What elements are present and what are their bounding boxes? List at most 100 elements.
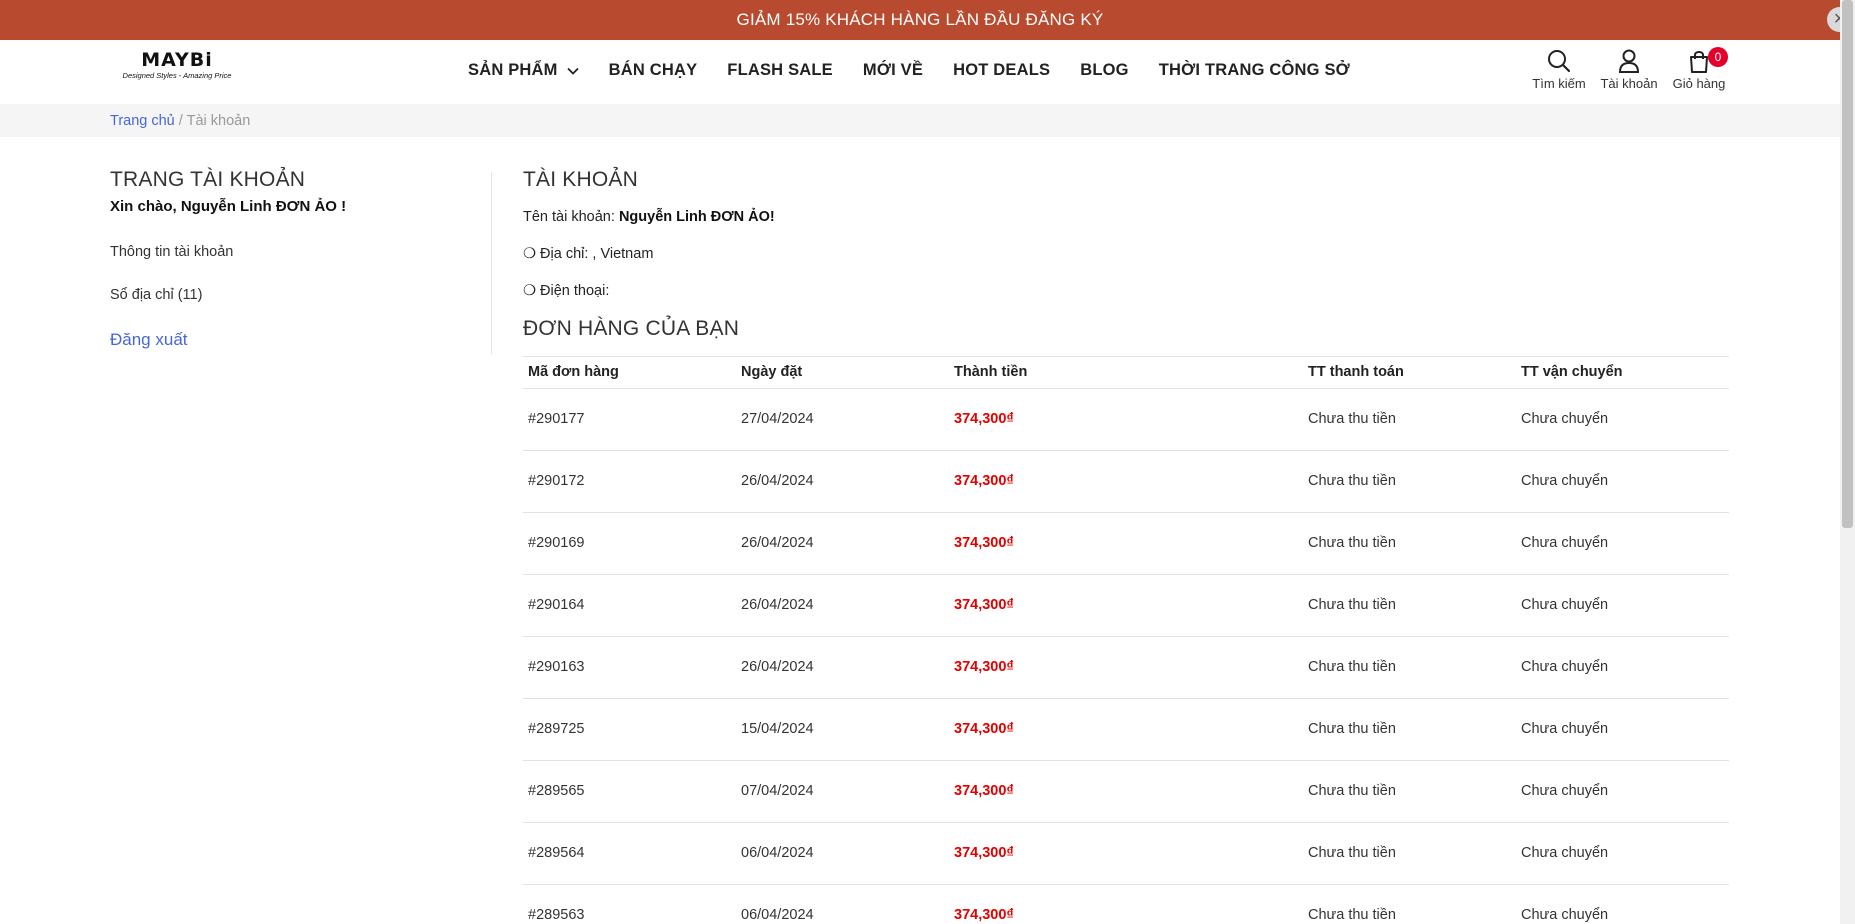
order-date: 26/04/2024 <box>741 473 814 489</box>
order-total: 374,300₫ <box>954 597 1014 613</box>
breadcrumb-separator: / <box>178 113 183 129</box>
account-sidebar: TRANG TÀI KHOẢN Xin chào, Nguyễn Linh ĐƠ… <box>110 168 490 349</box>
order-payment-status: Chưa thu tiền <box>1308 659 1396 675</box>
search-button[interactable]: Tìm kiếm <box>1524 48 1594 91</box>
logo-tagline: Designed Styles - Amazing Price <box>122 71 232 80</box>
order-date: 26/04/2024 <box>741 535 814 551</box>
account-name-label: Tên tài khoản: <box>523 209 615 225</box>
order-total: 374,300₫ <box>954 783 1014 799</box>
table-row[interactable]: #289564 06/04/2024 374,300₫ Chưa thu tiề… <box>523 823 1729 885</box>
order-payment-status: Chưa thu tiền <box>1308 535 1396 551</box>
table-row[interactable]: #290177 27/04/2024 374,300₫ Chưa thu tiề… <box>523 389 1729 451</box>
nav-item-flash-sale[interactable]: FLASH SALE <box>727 61 833 80</box>
promo-banner: GIẢM 15% KHÁCH HÀNG LẦN ĐẦU ĐĂNG KÝ <box>0 0 1840 40</box>
order-total: 374,300₫ <box>954 845 1014 861</box>
sidebar-item-account-info[interactable]: Thông tin tài khoản <box>110 244 233 260</box>
order-id[interactable]: #289725 <box>528 721 584 737</box>
sidebar-greeting: Xin chào, Nguyễn Linh ĐƠN ẢO ! <box>110 198 347 215</box>
sidebar-item-address-book[interactable]: Sổ địa chỉ (11) <box>110 287 202 303</box>
account-phone: ❍ Điện thoại: <box>523 283 610 299</box>
account-label: Tài khoản <box>1600 76 1658 91</box>
account-name-value: Nguyễn Linh ĐƠN ẢO! <box>618 209 775 225</box>
table-row[interactable]: #290169 26/04/2024 374,300₫ Chưa thu tiề… <box>523 513 1729 575</box>
chevron-down-icon <box>566 67 579 75</box>
nav-item-office-fashion[interactable]: THỜI TRANG CÔNG SỞ <box>1159 61 1350 80</box>
col-header-total: Thành tiền <box>954 364 1028 380</box>
page-scrollbar[interactable] <box>1840 0 1855 924</box>
user-icon <box>1618 49 1640 73</box>
table-row[interactable]: #290172 26/04/2024 374,300₫ Chưa thu tiề… <box>523 451 1729 513</box>
order-shipping-status: Chưa chuyển <box>1521 473 1609 489</box>
table-row[interactable]: #290164 26/04/2024 374,300₫ Chưa thu tiề… <box>523 575 1729 637</box>
cart-button[interactable]: 0 Giỏ hàng <box>1664 47 1734 91</box>
order-payment-status: Chưa thu tiền <box>1308 845 1396 861</box>
orders-title: ĐƠN HÀNG CỦA BẠN <box>523 317 740 340</box>
order-date: 06/04/2024 <box>741 907 814 923</box>
main-nav: SẢN PHẨM BÁN CHẠY FLASH SALE MỚI VỀ HOT … <box>468 61 1380 80</box>
order-total: 374,300₫ <box>954 473 1014 489</box>
sidebar-divider <box>491 172 492 354</box>
order-payment-status: Chưa thu tiền <box>1308 597 1396 613</box>
logout-link[interactable]: Đăng xuất <box>110 330 188 350</box>
order-id[interactable]: #289563 <box>528 907 584 923</box>
cart-label: Giỏ hàng <box>1672 76 1726 91</box>
table-row[interactable]: #289563 06/04/2024 374,300₫ Chưa thu tiề… <box>523 885 1729 924</box>
order-total: 374,300₫ <box>954 411 1014 427</box>
order-shipping-status: Chưa chuyển <box>1521 597 1609 613</box>
scrollbar-thumb[interactable] <box>1842 0 1853 528</box>
col-header-date: Ngày đặt <box>741 364 803 380</box>
site-header: MAYBi Designed Styles - Amazing Price SẢ… <box>0 40 1840 104</box>
order-total: 374,300₫ <box>954 721 1014 737</box>
order-shipping-status: Chưa chuyển <box>1521 721 1609 737</box>
account-main: TÀI KHOẢN Tên tài khoản: Nguyễn Linh ĐƠN… <box>523 168 1729 340</box>
nav-item-hot-deals[interactable]: HOT DEALS <box>953 61 1050 80</box>
nav-item-best-sellers[interactable]: BÁN CHẠY <box>609 61 698 80</box>
breadcrumb-current: Tài khoản <box>186 113 251 129</box>
sidebar-title: TRANG TÀI KHOẢN <box>110 168 306 191</box>
col-header-order-id: Mã đơn hàng <box>528 364 619 380</box>
order-shipping-status: Chưa chuyển <box>1521 845 1609 861</box>
order-id[interactable]: #290169 <box>528 535 584 551</box>
order-date: 06/04/2024 <box>741 845 814 861</box>
search-label: Tìm kiếm <box>1532 76 1586 91</box>
order-total: 374,300₫ <box>954 659 1014 675</box>
logo[interactable]: MAYBi Designed Styles - Amazing Price <box>116 50 238 84</box>
account-title: TÀI KHOẢN <box>523 168 638 191</box>
order-id[interactable]: #290177 <box>528 411 584 427</box>
order-payment-status: Chưa thu tiền <box>1308 907 1396 923</box>
order-shipping-status: Chưa chuyển <box>1521 659 1609 675</box>
order-shipping-status: Chưa chuyển <box>1521 907 1609 923</box>
col-header-payment: TT thanh toán <box>1308 364 1404 380</box>
nav-item-products[interactable]: SẢN PHẨM <box>468 61 579 80</box>
breadcrumb-bar: Trang chủ / Tài khoản <box>0 104 1840 137</box>
order-shipping-status: Chưa chuyển <box>1521 535 1609 551</box>
account-button[interactable]: Tài khoản <box>1594 48 1664 91</box>
order-date: 27/04/2024 <box>741 411 814 427</box>
order-id[interactable]: #289564 <box>528 845 584 861</box>
promo-text: GIẢM 15% KHÁCH HÀNG LẦN ĐẦU ĐĂNG KÝ <box>736 10 1104 29</box>
orders-table: Mã đơn hàng Ngày đặt Thành tiền TT thanh… <box>523 356 1729 924</box>
breadcrumb-home-link[interactable]: Trang chủ <box>110 113 175 129</box>
order-payment-status: Chưa thu tiền <box>1308 411 1396 427</box>
order-date: 26/04/2024 <box>741 597 814 613</box>
order-id[interactable]: #290164 <box>528 597 584 613</box>
table-row[interactable]: #289565 07/04/2024 374,300₫ Chưa thu tiề… <box>523 761 1729 823</box>
table-row[interactable]: #290163 26/04/2024 374,300₫ Chưa thu tiề… <box>523 637 1729 699</box>
nav-item-blog[interactable]: BLOG <box>1080 61 1128 80</box>
table-row[interactable]: #289725 15/04/2024 374,300₫ Chưa thu tiề… <box>523 699 1729 761</box>
order-id[interactable]: #290163 <box>528 659 584 675</box>
nav-item-new-arrivals[interactable]: MỚI VỀ <box>863 61 923 80</box>
order-shipping-status: Chưa chuyển <box>1521 411 1609 427</box>
order-payment-status: Chưa thu tiền <box>1308 721 1396 737</box>
nav-label: SẢN PHẨM <box>468 61 558 79</box>
col-header-shipping: TT vận chuyển <box>1521 364 1623 380</box>
logo-wordmark: MAYBi <box>141 49 213 71</box>
search-icon <box>1548 50 1571 73</box>
table-header-row: Mã đơn hàng Ngày đặt Thành tiền TT thanh… <box>523 357 1729 389</box>
cart-count-badge: 0 <box>1708 47 1728 67</box>
account-address: ❍ Địa chỉ: , Vietnam <box>523 246 654 262</box>
order-id[interactable]: #289565 <box>528 783 584 799</box>
order-id[interactable]: #290172 <box>528 473 584 489</box>
order-date: 26/04/2024 <box>741 659 814 675</box>
order-date: 15/04/2024 <box>741 721 814 737</box>
